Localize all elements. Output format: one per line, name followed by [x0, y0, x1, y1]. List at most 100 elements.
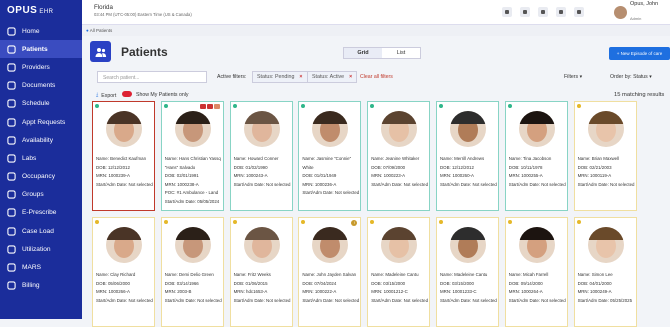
sidebar-item-groups[interactable]: Groups — [0, 186, 82, 204]
page-title: Patients — [121, 45, 168, 59]
patient-card[interactable]: Name: Madeleine Cantu DOB: 03/15/2000 MRN:… — [367, 217, 431, 327]
sidebar-item-appt-requests[interactable]: Appt Requests — [0, 113, 82, 131]
sidebar-item-mars[interactable]: MARS — [0, 258, 82, 276]
patient-card[interactable]: Name: Merrill Andrews DOB: 12/12/2012 MRN:… — [436, 101, 499, 211]
my-patients-toggle[interactable] — [122, 91, 132, 97]
sidebar-item-labs[interactable]: Labs — [0, 149, 82, 167]
settings-icon[interactable] — [556, 7, 566, 17]
patient-name: Name: Clay Richard — [96, 272, 136, 277]
user-menu[interactable]: Opus, John Admin — [614, 1, 670, 21]
filter-chip-pending[interactable]: Status: Pending × — [252, 71, 308, 83]
patient-start: Start/Adm Date: Not selected — [233, 297, 291, 303]
status-dot — [507, 220, 512, 224]
patient-mrn: MRN: 1000239-A — [96, 173, 130, 179]
patient-dob: DOB: 05/06/2000 — [96, 280, 130, 286]
patient-start: Start/Adm Date: Not selected — [508, 297, 566, 303]
patient-card[interactable]: Name: Demi Delio Green DOB: 03/14/1966 MRN… — [160, 217, 224, 327]
patient-card[interactable]: Name: Hans Christian Yassq "Hans" Salvado… — [160, 101, 224, 211]
patient-card[interactable]: Name: Brian Maxwell DOB: 02/21/2003 MRN: 1… — [573, 101, 637, 211]
sidebar-item-availability[interactable]: Availability — [0, 131, 82, 149]
patient-start: Start/Adm Date: Not selected — [440, 297, 497, 303]
filter-chip-active[interactable]: Status: Active × — [307, 71, 358, 83]
appt-requests-icon — [6, 117, 16, 127]
app-logo[interactable]: OPUS EHR — [0, 0, 82, 22]
patient-name: Name: Madeleine Cantu — [371, 272, 419, 277]
patient-dob: DOB: 04/01/2000 — [577, 280, 612, 286]
patient-name: Name: Fritz Weeks — [233, 272, 271, 277]
groups-icon — [6, 190, 16, 199]
patient-photo — [587, 227, 624, 263]
patient-mrn: MRN: 1000223-A — [371, 173, 406, 179]
patient-photo — [381, 227, 418, 263]
patient-info: Name: Hans Christian Yassq "Hans" Salvado… — [165, 155, 221, 207]
location-selector[interactable]: Florida 03:44 PM (UTC-05:00) Eastern Time… — [94, 4, 192, 17]
patient-photo — [518, 111, 555, 147]
sidebar-item-billing[interactable]: Billing — [0, 277, 82, 295]
sidebar-item-utilization[interactable]: Utilization — [0, 240, 82, 258]
patient-photo — [312, 111, 349, 147]
filters-button[interactable]: Filters ▾ — [564, 74, 582, 80]
patient-card[interactable]: Name: Jeanine Whitaker DOB: 07/09/2000 MRN… — [367, 101, 431, 211]
sidebar-item-documents[interactable]: Documents — [0, 77, 82, 95]
patient-card[interactable]: Name: Simon Lee DOB: 04/01/2000 MRN: 10002… — [573, 217, 637, 327]
grid-view-button[interactable]: Grid — [344, 48, 382, 58]
sidebar-item-home[interactable]: Home — [0, 22, 82, 40]
patient-card[interactable]: Name: Madeleine Cantu DOB: 03/15/2000 MRN:… — [436, 217, 499, 327]
patient-mrn: MRN: 2003-B — [164, 289, 192, 295]
patient-info: Name: Clay Richard DOB: 05/06/2000 MRN: 10… — [96, 271, 153, 305]
sidebar-item-label: Providers — [22, 63, 50, 71]
patient-info: Name: Simon Lee DOB: 04/01/2000 MRN: 10002… — [578, 271, 632, 305]
patient-card[interactable]: Name: Benedict Kaufman DOB: 12/12/2012 MRN… — [92, 101, 155, 211]
view-toggle[interactable]: Grid List — [343, 47, 421, 59]
sidebar-item-case-load[interactable]: Case Load — [0, 222, 82, 240]
patient-card[interactable]: Name: Micah Farrell DOB: 09/14/2000 MRN: 1… — [504, 217, 568, 327]
breadcrumb[interactable]: ● All Patients — [82, 25, 670, 36]
calendar-icon[interactable] — [520, 7, 530, 17]
status-dot — [163, 104, 168, 108]
patient-dob: DOB: 02/01/1991 — [164, 173, 199, 179]
sidebar-item-occupancy[interactable]: Occupancy — [0, 168, 82, 186]
patient-start: Start/Adm Date: Not selected — [233, 181, 291, 187]
patient-name: Name: Benedict Kaufman — [96, 156, 147, 161]
patient-info: Name: Tina Jacobson DOB: 10/11/1978 MRN: 1… — [509, 155, 566, 189]
sidebar-item-schedule[interactable]: Schedule — [0, 95, 82, 113]
patient-dob: DOB: 07/04/2024 — [302, 280, 337, 286]
avatar — [614, 6, 627, 19]
patients-header-icon — [90, 41, 111, 62]
notification-icon[interactable] — [538, 7, 548, 17]
patient-start: Start/Adm Date: Not selected — [577, 181, 635, 187]
remove-filter-icon[interactable]: × — [299, 74, 302, 80]
clear-filters-link[interactable]: Clear all filters — [360, 74, 393, 80]
export-button[interactable]: ⤓ Export — [96, 92, 116, 99]
patient-info: Name: Jeanine Whitaker DOB: 07/09/2000 MRN… — [371, 155, 428, 189]
search-input[interactable]: Search patient... — [97, 71, 207, 83]
patient-mrn: MRN: 1000236-A — [302, 181, 337, 187]
patient-info: Name: Madeleine Cantu DOB: 03/15/2000 MRN:… — [440, 271, 497, 305]
patient-card[interactable]: Name: Jasmine "Connie" White DOB: 01/01/19… — [298, 101, 362, 211]
patient-mrn: MRN: 1000249-A — [577, 289, 612, 295]
status-dot — [507, 104, 512, 108]
help-icon[interactable] — [574, 7, 584, 17]
sidebar-item-e-prescribe[interactable]: E-Prescribe — [0, 204, 82, 222]
list-view-button[interactable]: List — [382, 48, 420, 58]
patient-card[interactable]: Name: Fritz Weeks DOB: 01/06/2015 MRN: hdc… — [229, 217, 293, 327]
new-episode-button[interactable]: + New Episode of care — [609, 47, 670, 60]
patient-card[interactable]: Name: Clay Richard DOB: 05/06/2000 MRN: 10… — [92, 217, 155, 327]
status-dot — [232, 220, 237, 224]
sidebar-item-label: Home — [22, 27, 40, 35]
sidebar-item-label: Labs — [22, 154, 37, 162]
message-icon[interactable] — [502, 7, 512, 17]
patient-name: Name: Hans Christian Yassq — [164, 156, 221, 161]
patient-card[interactable]: Name: Howard Conner DOB: 01/02/1990 MRN: 1… — [229, 101, 293, 211]
order-by-select[interactable]: Order by: Status ▾ — [610, 74, 652, 80]
patient-photo — [243, 227, 280, 263]
sidebar: OPUS EHR Home Patients Providers Documents Sc… — [0, 0, 82, 319]
patient-dob: DOB: 03/15/2000 — [440, 280, 474, 286]
remove-filter-icon[interactable]: × — [349, 74, 352, 80]
sidebar-item-label: MARS — [22, 264, 42, 272]
sidebar-item-providers[interactable]: Providers — [0, 58, 82, 76]
patient-card[interactable]: ! Name: John Jayden Salvan DOB: 07/04/2024… — [298, 217, 362, 327]
sidebar-item-patients[interactable]: Patients — [0, 40, 82, 59]
patient-card[interactable]: Name: Tina Jacobson DOB: 10/11/1978 MRN: 1… — [504, 101, 568, 211]
status-dot — [576, 104, 581, 108]
